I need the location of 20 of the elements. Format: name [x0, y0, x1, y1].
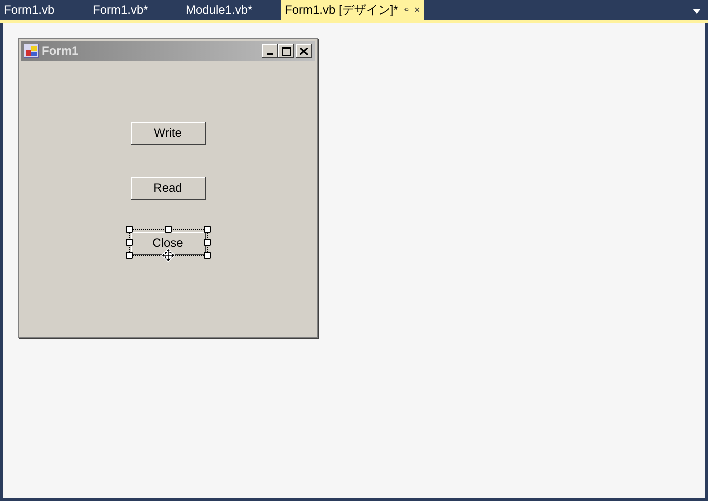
- document-tab[interactable]: Form1.vb [デザイン]*: [281, 0, 424, 20]
- close-button[interactable]: [296, 44, 312, 58]
- resize-handle[interactable]: [164, 226, 172, 233]
- form-title: Form1: [42, 43, 80, 60]
- form-icon: [24, 44, 39, 58]
- maximize-button[interactable]: [278, 44, 294, 58]
- dropdown-icon[interactable]: [693, 9, 701, 14]
- close-icon: [415, 5, 420, 15]
- close-icon: [300, 48, 308, 54]
- document-tab[interactable]: Form1.vb: [0, 0, 89, 20]
- minimize-icon: [267, 53, 273, 55]
- tab-label: Form1.vb [デザイン]*: [285, 2, 398, 19]
- maximize-icon: [282, 46, 290, 56]
- document-tab[interactable]: Form1.vb*: [89, 0, 182, 20]
- minimize-button[interactable]: [262, 44, 278, 58]
- form-button[interactable]: Read: [130, 176, 206, 200]
- form-button[interactable]: Close: [130, 232, 206, 254]
- form-button[interactable]: Write: [130, 122, 206, 144]
- pin-icon: [404, 6, 410, 14]
- document-tab[interactable]: Module1.vb*: [182, 0, 281, 20]
